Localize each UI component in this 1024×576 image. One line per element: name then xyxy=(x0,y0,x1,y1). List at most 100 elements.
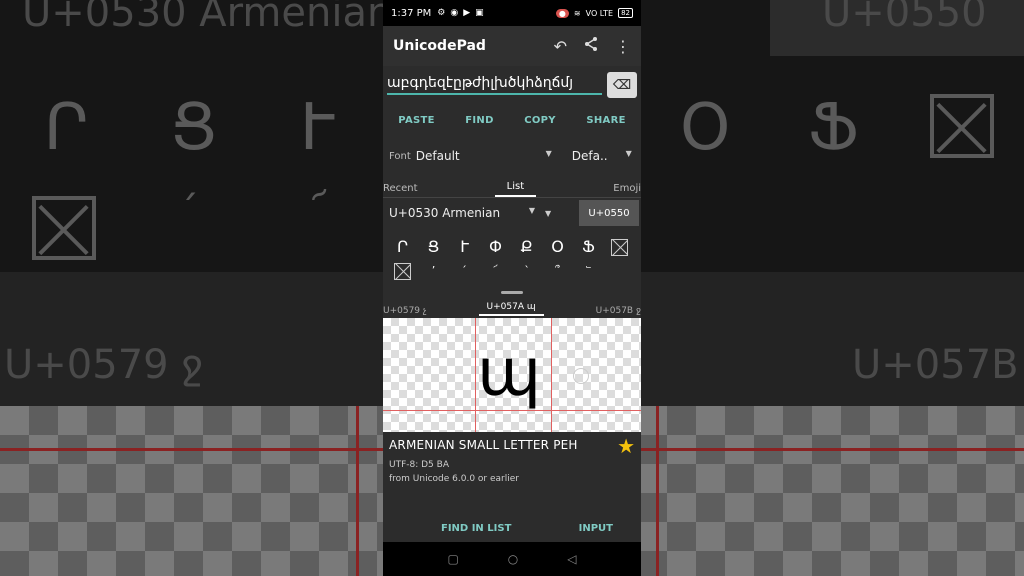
grid-cell[interactable]: ՜ xyxy=(480,264,511,277)
grid-cell[interactable]: ՟ xyxy=(573,264,604,277)
char-utf8: UTF-8: D5 BA xyxy=(389,460,449,470)
char-info: ARMENIAN SMALL LETTER PEH ★ UTF-8: D5 BA… xyxy=(383,432,641,512)
chevron-down-icon: ▼ xyxy=(528,206,535,215)
sheet-drag-handle[interactable] xyxy=(383,286,641,298)
bg-glyph: ՛ xyxy=(186,189,196,235)
share-icon[interactable] xyxy=(583,36,599,56)
range-select-value: U+0530 Armenian xyxy=(389,206,501,220)
bg-range-text: U+0530 Armenian xyxy=(22,0,393,36)
backspace-icon[interactable]: ⌫ xyxy=(607,72,637,98)
char-tabs: U+0579 չ U+057A պ U+057B ջ xyxy=(383,298,641,318)
app-title: UnicodePad xyxy=(393,38,486,54)
grid-cell-missing[interactable] xyxy=(604,237,635,256)
recent-apps-icon[interactable]: ▢ xyxy=(447,552,458,566)
bg-next-code: U+057B ջ xyxy=(852,342,1024,388)
record-icon: ◉ xyxy=(450,8,459,18)
detail-actions: FIND IN LIST INPUT xyxy=(383,512,641,544)
input-button[interactable]: INPUT xyxy=(579,523,613,534)
notification-icon: ▣ xyxy=(475,8,484,18)
edit-row: աբգդեզէըթժիլխծկհձղճմյ ⌫ xyxy=(383,66,641,104)
grid-cell-missing[interactable] xyxy=(387,261,418,280)
alert-badge-icon: ● xyxy=(555,8,569,18)
bg-glyph: ՜ xyxy=(312,189,327,235)
font-variant-value: Defa.. xyxy=(571,149,608,163)
share-glyph xyxy=(585,37,597,51)
bg-glyph: Ր xyxy=(44,91,89,165)
back-icon[interactable]: ◁ xyxy=(567,552,576,566)
char-tab-current[interactable]: U+057A պ xyxy=(478,302,544,316)
font-select-value: Default xyxy=(415,149,460,163)
home-icon[interactable]: ○ xyxy=(508,552,518,566)
find-in-list-button[interactable]: FIND IN LIST xyxy=(441,523,511,534)
missing-glyph-icon xyxy=(611,238,628,256)
font-variant-select[interactable]: Defa.. ▼ xyxy=(572,149,632,163)
share-button[interactable]: SHARE xyxy=(586,115,625,126)
char-name: ARMENIAN SMALL LETTER PEH xyxy=(389,438,578,452)
tab-recent[interactable]: Recent xyxy=(383,183,418,197)
grid-cell[interactable]: Ֆ xyxy=(573,237,604,256)
phone-screen: 1:37 PM ⚙ ◉ ▶ ▣ ● ≋ VO LTE 82 UnicodePad… xyxy=(383,0,641,576)
gear-icon: ⚙ xyxy=(437,8,446,18)
drag-handle-bar xyxy=(501,290,523,294)
bg-glyph: Ւ xyxy=(300,91,335,165)
guide-line xyxy=(475,318,476,432)
glyph-preview: պ xyxy=(383,318,641,432)
wifi-icon: ≋ xyxy=(573,8,581,18)
undo-icon[interactable]: ↶ xyxy=(554,37,567,56)
find-button[interactable]: FIND xyxy=(465,115,493,126)
font-select[interactable]: Default ▼ xyxy=(416,149,556,163)
chevron-down-icon[interactable]: ▼ xyxy=(545,209,551,218)
char-tab-prev[interactable]: U+0579 չ xyxy=(383,306,427,316)
action-row: PASTE FIND COPY SHARE xyxy=(383,104,641,136)
grid-cell[interactable]: Փ xyxy=(480,237,511,256)
missing-glyph-icon xyxy=(394,262,411,280)
grid-cell[interactable]: ՚ xyxy=(418,264,449,277)
bg-missing-glyph-icon xyxy=(32,196,96,260)
range-row: U+0530 Armenian ▼ ▼ U+0550 xyxy=(383,198,641,228)
mode-tabs: Recent List Emoji xyxy=(383,176,641,198)
overflow-menu-icon[interactable]: ⋮ xyxy=(615,37,631,56)
bg-guide-line xyxy=(656,406,659,576)
bg-missing-glyph-icon xyxy=(930,94,994,158)
char-grid: Ր Ց Ւ Փ Ք Օ Ֆ ՚ ՛ ՜ ՝ ՞ ՟ xyxy=(383,228,641,286)
app-bar: UnicodePad ↶ ⋮ xyxy=(383,26,641,66)
grid-cell[interactable]: Ք xyxy=(511,237,542,256)
jump-code-button[interactable]: U+0550 xyxy=(579,200,639,226)
range-select[interactable]: U+0530 Armenian ▼ xyxy=(389,206,535,220)
tab-list[interactable]: List xyxy=(494,181,537,197)
bg-glyph: Ֆ xyxy=(808,91,859,165)
grid-row: ՚ ՛ ՜ ՝ ՞ ՟ xyxy=(387,258,637,282)
chevron-down-icon: ▼ xyxy=(625,149,632,158)
copy-button[interactable]: COPY xyxy=(524,115,556,126)
font-row: Font Default ▼ Defa.. ▼ xyxy=(383,136,641,176)
bg-glyph: Օ xyxy=(680,91,731,165)
tab-emoji[interactable]: Emoji xyxy=(613,183,641,197)
favorite-star-icon[interactable]: ★ xyxy=(617,434,635,458)
touch-indicator-icon xyxy=(573,368,589,384)
grid-cell[interactable]: ՝ xyxy=(511,264,542,277)
youtube-icon: ▶ xyxy=(463,8,471,18)
bg-guide-line xyxy=(356,406,359,576)
network-label: VO LTE xyxy=(585,8,614,18)
bg-code-text: U+0550 xyxy=(822,0,987,36)
status-time: 1:37 PM xyxy=(391,7,432,19)
grid-row: Ր Ց Ւ Փ Ք Օ Ֆ xyxy=(387,234,637,258)
grid-cell[interactable]: Ւ xyxy=(449,237,480,256)
battery-icon: 82 xyxy=(618,8,633,18)
grid-cell[interactable]: ՛ xyxy=(449,264,480,277)
chevron-down-icon: ▼ xyxy=(545,149,552,158)
grid-cell[interactable]: Օ xyxy=(542,237,573,256)
guide-line xyxy=(551,318,552,432)
bg-glyph: Ց xyxy=(170,91,218,165)
grid-cell[interactable]: Ց xyxy=(418,237,449,256)
grid-cell[interactable]: ՞ xyxy=(542,264,573,277)
grid-cell[interactable]: Ր xyxy=(387,237,418,256)
char-detail-sheet: U+0579 չ U+057A պ U+057B ջ պ ARMENIAN SM… xyxy=(383,286,641,544)
nav-bar: ▢ ○ ◁ xyxy=(383,542,641,576)
char-tab-next[interactable]: U+057B ջ xyxy=(596,306,641,316)
char-version: from Unicode 6.0.0 or earlier xyxy=(389,474,519,484)
status-bar: 1:37 PM ⚙ ◉ ▶ ▣ ● ≋ VO LTE 82 xyxy=(383,0,641,26)
paste-button[interactable]: PASTE xyxy=(398,115,435,126)
preview-glyph: պ xyxy=(477,334,542,411)
char-input-field[interactable]: աբգդեզէըթժիլխծկհձղճմյ xyxy=(387,75,602,95)
